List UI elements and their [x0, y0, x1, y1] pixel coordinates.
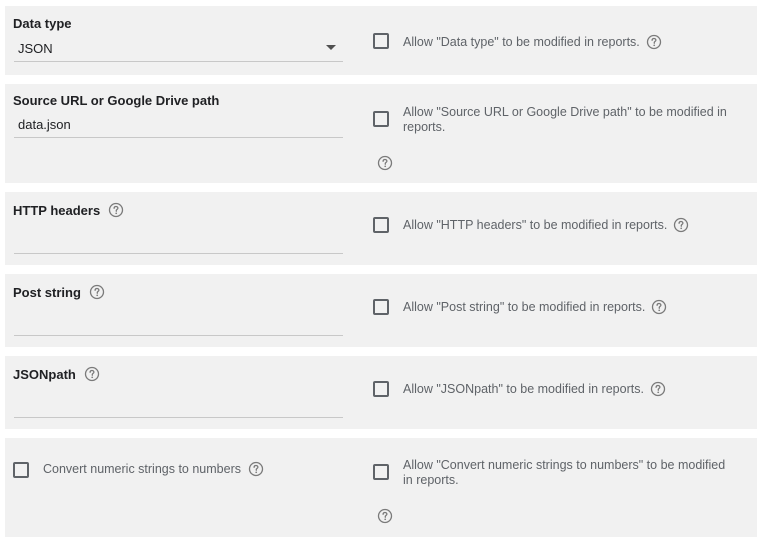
help-circle-icon[interactable]: [108, 202, 124, 218]
post-string-section: Post string Allow "Post string" to be mo…: [5, 274, 757, 347]
help-circle-icon[interactable]: [248, 461, 264, 477]
help-circle-icon[interactable]: [84, 366, 100, 382]
data-type-select[interactable]: [14, 61, 343, 62]
allow-post-string-label: Allow "Post string" to be modified in re…: [403, 300, 646, 314]
jsonpath-input[interactable]: [14, 417, 343, 418]
dropdown-arrow-icon[interactable]: [326, 45, 336, 50]
allow-jsonpath-label: Allow "JSONpath" to be modified in repor…: [403, 382, 644, 396]
help-circle-icon[interactable]: [650, 381, 666, 397]
allow-source-url-checkbox[interactable]: [373, 111, 389, 127]
allow-post-string-text: Allow "Post string" to be modified in re…: [403, 299, 667, 315]
post-string-label: Post string: [13, 284, 105, 300]
http-headers-section: HTTP headers Allow "HTTP headers" to be …: [5, 192, 757, 265]
allow-http-headers-checkbox[interactable]: [373, 217, 389, 233]
http-headers-label: HTTP headers: [13, 202, 124, 218]
data-type-label: Data type: [13, 16, 72, 31]
source-url-section: Source URL or Google Drive path data.jso…: [5, 84, 757, 183]
data-type-section: Data type JSON Allow "Data type" to be m…: [5, 6, 757, 75]
jsonpath-section: JSONpath Allow "JSONpath" to be modified…: [5, 356, 757, 429]
allow-source-url-text: Allow "Source URL or Google Drive path" …: [403, 105, 727, 134]
help-circle-icon[interactable]: [377, 508, 393, 524]
post-string-label-text: Post string: [13, 284, 81, 300]
help-circle-icon[interactable]: [673, 217, 689, 233]
allow-http-headers-label: Allow "HTTP headers" to be modified in r…: [403, 218, 668, 232]
http-headers-input[interactable]: [14, 253, 343, 254]
http-headers-label-text: HTTP headers: [13, 202, 101, 218]
allow-jsonpath-checkbox[interactable]: [373, 381, 389, 397]
allow-post-string-checkbox[interactable]: [373, 299, 389, 315]
help-circle-icon[interactable]: [89, 284, 105, 300]
convert-numeric-checkbox[interactable]: [13, 462, 29, 478]
help-circle-icon[interactable]: [651, 299, 667, 315]
source-url-label: Source URL or Google Drive path: [13, 93, 220, 108]
allow-data-type-text: Allow "Data type" to be modified in repo…: [403, 34, 662, 50]
allow-jsonpath-text: Allow "JSONpath" to be modified in repor…: [403, 381, 666, 397]
allow-data-type-checkbox[interactable]: [373, 33, 389, 49]
help-circle-icon[interactable]: [377, 155, 393, 171]
source-url-input[interactable]: [14, 137, 343, 138]
convert-numeric-label-text: Convert numeric strings to numbers: [43, 462, 241, 476]
jsonpath-label: JSONpath: [13, 366, 100, 382]
convert-numeric-section: Convert numeric strings to numbers Allow…: [5, 438, 757, 537]
post-string-input[interactable]: [14, 335, 343, 336]
allow-convert-numeric-checkbox[interactable]: [373, 464, 389, 480]
convert-numeric-label: Convert numeric strings to numbers: [43, 461, 264, 477]
data-type-select-value[interactable]: JSON: [18, 41, 53, 56]
jsonpath-label-text: JSONpath: [13, 366, 76, 382]
allow-convert-numeric-text: Allow "Convert numeric strings to number…: [403, 458, 726, 487]
source-url-input-value[interactable]: data.json: [18, 117, 71, 132]
allow-data-type-label: Allow "Data type" to be modified in repo…: [403, 35, 640, 49]
allow-http-headers-text: Allow "HTTP headers" to be modified in r…: [403, 217, 689, 233]
help-circle-icon[interactable]: [646, 34, 662, 50]
